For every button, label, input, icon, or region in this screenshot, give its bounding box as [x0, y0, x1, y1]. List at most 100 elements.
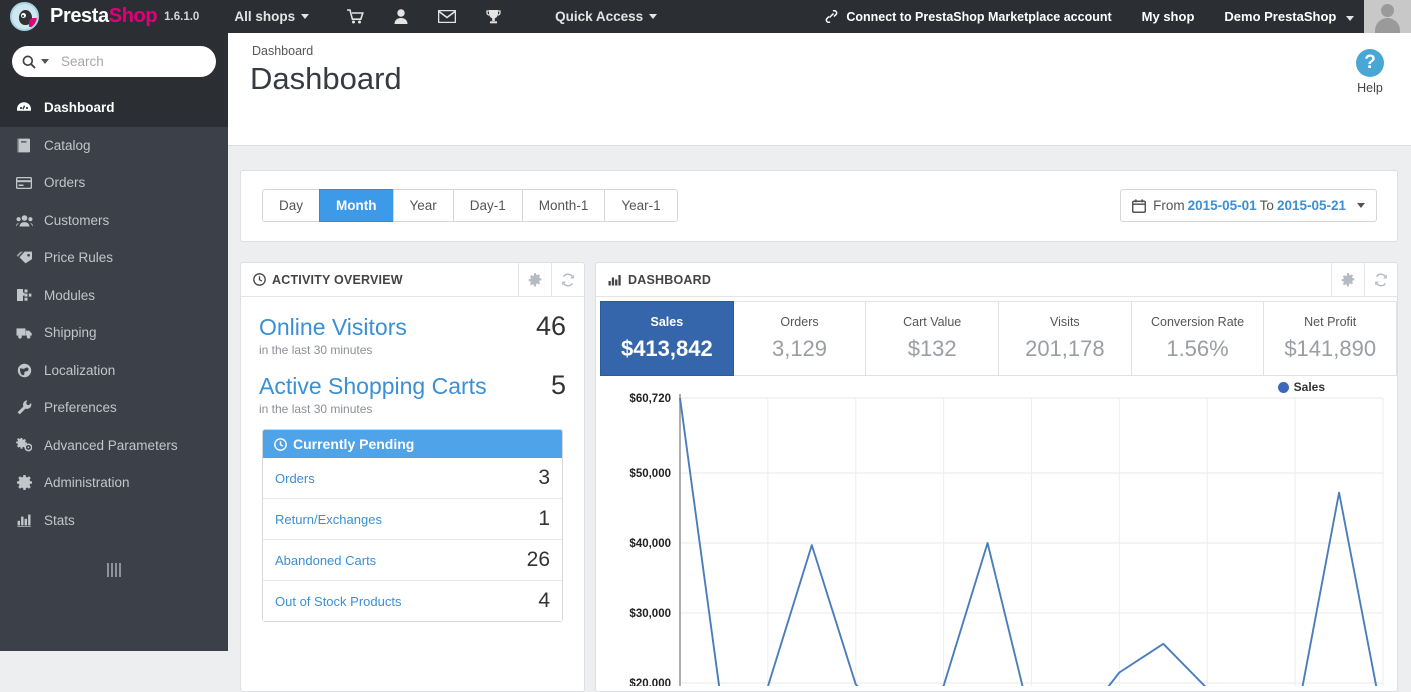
brand-name[interactable]: PrestaShop	[50, 5, 158, 28]
sidebar-item-advanced-parameters[interactable]: Advanced Parameters	[0, 427, 228, 465]
quick-access-dropdown[interactable]: Quick Access	[542, 0, 670, 33]
pending-value: 4	[538, 589, 550, 612]
kpi-tab-orders[interactable]: Orders 3,129	[733, 301, 867, 376]
sidebar-item-label: Localization	[44, 362, 116, 378]
kpi-tab-sales[interactable]: Sales $413,842	[600, 301, 734, 376]
pending-label[interactable]: Orders	[275, 471, 315, 486]
search-icon	[22, 55, 36, 69]
online-visitors-label[interactable]: Online Visitors	[259, 314, 407, 341]
kpi-tab-cart-value[interactable]: Cart Value $132	[866, 301, 1000, 376]
administration-icon	[10, 475, 38, 491]
chevron-down-icon[interactable]	[41, 59, 49, 64]
breadcrumb[interactable]: Dashboard	[252, 44, 313, 58]
currently-pending-box: Currently Pending Orders 3 Return/Exchange…	[262, 429, 563, 622]
pending-value: 3	[538, 466, 550, 489]
customers-icon	[10, 214, 38, 227]
kpi-value: 1.56%	[1166, 336, 1229, 361]
sidebar-item-customers[interactable]: Customers	[0, 202, 228, 240]
chain-link-icon	[824, 10, 839, 23]
avatar[interactable]	[1364, 0, 1411, 33]
trophy-icon[interactable]	[470, 0, 516, 33]
kpi-label: Cart Value	[903, 315, 962, 329]
sidebar-item-label: Modules	[44, 287, 96, 303]
range-button-day[interactable]: Day	[262, 189, 320, 222]
active-carts-value: 5	[550, 370, 566, 400]
sidebar-item-label: Dashboard	[44, 100, 115, 116]
date-from-label: From	[1153, 198, 1185, 213]
sidebar-item-stats[interactable]: Stats	[0, 502, 228, 540]
kpi-value: 3,129	[771, 336, 828, 361]
range-button-year[interactable]: Year	[392, 189, 453, 222]
sidebar-item-orders[interactable]: Orders	[0, 164, 228, 202]
account-dropdown[interactable]: Demo PrestaShop	[1210, 9, 1364, 24]
chart-y-tick-label: $50,000	[629, 468, 671, 480]
currently-pending-header: Currently Pending	[263, 430, 562, 458]
gear-icon[interactable]	[1331, 262, 1364, 297]
refresh-icon[interactable]	[551, 262, 584, 297]
customer-icon[interactable]	[378, 0, 424, 33]
kpi-tab-net-profit[interactable]: Net Profit $141,890	[1264, 301, 1398, 376]
all-shops-dropdown[interactable]: All shops	[221, 0, 322, 33]
sidebar-item-shipping[interactable]: Shipping	[0, 314, 228, 352]
sidebar-item-preferences[interactable]: Preferences	[0, 389, 228, 427]
active-carts-sub: in the last 30 minutes	[259, 402, 373, 416]
sidebar-item-catalog[interactable]: Catalog	[0, 127, 228, 165]
chevron-down-icon	[1357, 203, 1365, 208]
sidebar-item-label: Orders	[44, 175, 86, 191]
cart-icon[interactable]	[332, 0, 378, 33]
gear-icon[interactable]	[518, 262, 551, 297]
date-range-picker[interactable]: From 2015-05-01 To 2015-05-21	[1120, 189, 1377, 222]
my-shop-link[interactable]: My shop	[1126, 9, 1211, 24]
modules-icon	[10, 288, 38, 302]
sidebar-item-administration[interactable]: Administration	[0, 464, 228, 502]
calendar-icon	[1132, 198, 1147, 213]
search-input[interactable]	[61, 54, 238, 69]
brand-presta: Presta	[50, 5, 109, 27]
envelope-icon[interactable]	[424, 0, 470, 33]
kpi-tab-conversion-rate[interactable]: Conversion Rate 1.56%	[1131, 301, 1265, 376]
preferences-icon	[10, 400, 38, 415]
prestashop-logo[interactable]	[0, 2, 48, 31]
range-button-day-1[interactable]: Day-1	[452, 189, 522, 222]
pending-label[interactable]: Return/Exchanges	[275, 512, 382, 527]
range-button-year-1[interactable]: Year-1	[604, 189, 678, 222]
sidebar-item-label: Stats	[44, 512, 75, 528]
sidebar-item-label: Price Rules	[44, 250, 114, 266]
activity-body: Online Visitors 46 in the last 30 minute…	[241, 297, 584, 622]
kpi-label: Conversion Rate	[1150, 315, 1245, 329]
pending-label[interactable]: Out of Stock Products	[275, 594, 401, 609]
active-carts-label[interactable]: Active Shopping Carts	[259, 373, 487, 400]
sales-line-chart: $60,720 $50,000 $40,000 $30,000 $20,000	[629, 393, 1384, 686]
activity-panel-header: ACTIVITY OVERVIEW	[241, 262, 584, 297]
sidebar-item-modules[interactable]: Modules	[0, 277, 228, 315]
refresh-icon[interactable]	[1364, 262, 1397, 297]
sidebar-collapse-handle[interactable]	[0, 563, 228, 577]
chart-y-tick-label: $30,000	[629, 608, 671, 620]
kpi-tab-visits[interactable]: Visits 201,178	[999, 301, 1132, 376]
pending-row: Orders 3	[263, 458, 562, 498]
help-button[interactable]: ? Help	[1341, 49, 1399, 95]
sidebar-item-price-rules[interactable]: Price Rules	[0, 239, 228, 277]
range-button-month[interactable]: Month	[319, 189, 393, 222]
pending-label[interactable]: Abandoned Carts	[275, 553, 376, 568]
range-button-month-1[interactable]: Month-1	[521, 189, 605, 222]
active-carts-row: Active Shopping Carts 5	[259, 370, 566, 401]
clock-icon	[274, 437, 287, 451]
sidebar-item-localization[interactable]: Localization	[0, 352, 228, 390]
sidebar-item-dashboard[interactable]: Dashboard	[0, 89, 228, 127]
online-visitors-value: 46	[535, 311, 566, 341]
activity-overview-panel: ACTIVITY OVERVIEW Online Visitors 46 in …	[240, 262, 585, 692]
sidebar-nav: Dashboard Catalog Orders Customers Price Rul…	[0, 89, 228, 539]
online-visitors-sub: in the last 30 minutes	[259, 343, 373, 357]
sidebar-item-label: Advanced Parameters	[44, 437, 178, 453]
content-area: Day Month Year Day-1 Month-1 Year-1 From 2015…	[228, 146, 1411, 692]
orders-icon	[10, 176, 38, 189]
search-box[interactable]	[12, 46, 238, 77]
date-filter-panel: Day Month Year Day-1 Month-1 Year-1 From 2015…	[240, 170, 1398, 242]
chart-y-tick-label: $60,720	[629, 393, 671, 405]
connect-marketplace-link[interactable]: Connect to PrestaShop Marketplace accoun…	[810, 10, 1125, 24]
activity-panel-tools	[518, 262, 584, 297]
pending-value: 26	[526, 548, 550, 571]
chart-y-tick-label: $20,000	[629, 678, 671, 686]
page-header: Dashboard Dashboard ? Help	[228, 33, 1411, 146]
